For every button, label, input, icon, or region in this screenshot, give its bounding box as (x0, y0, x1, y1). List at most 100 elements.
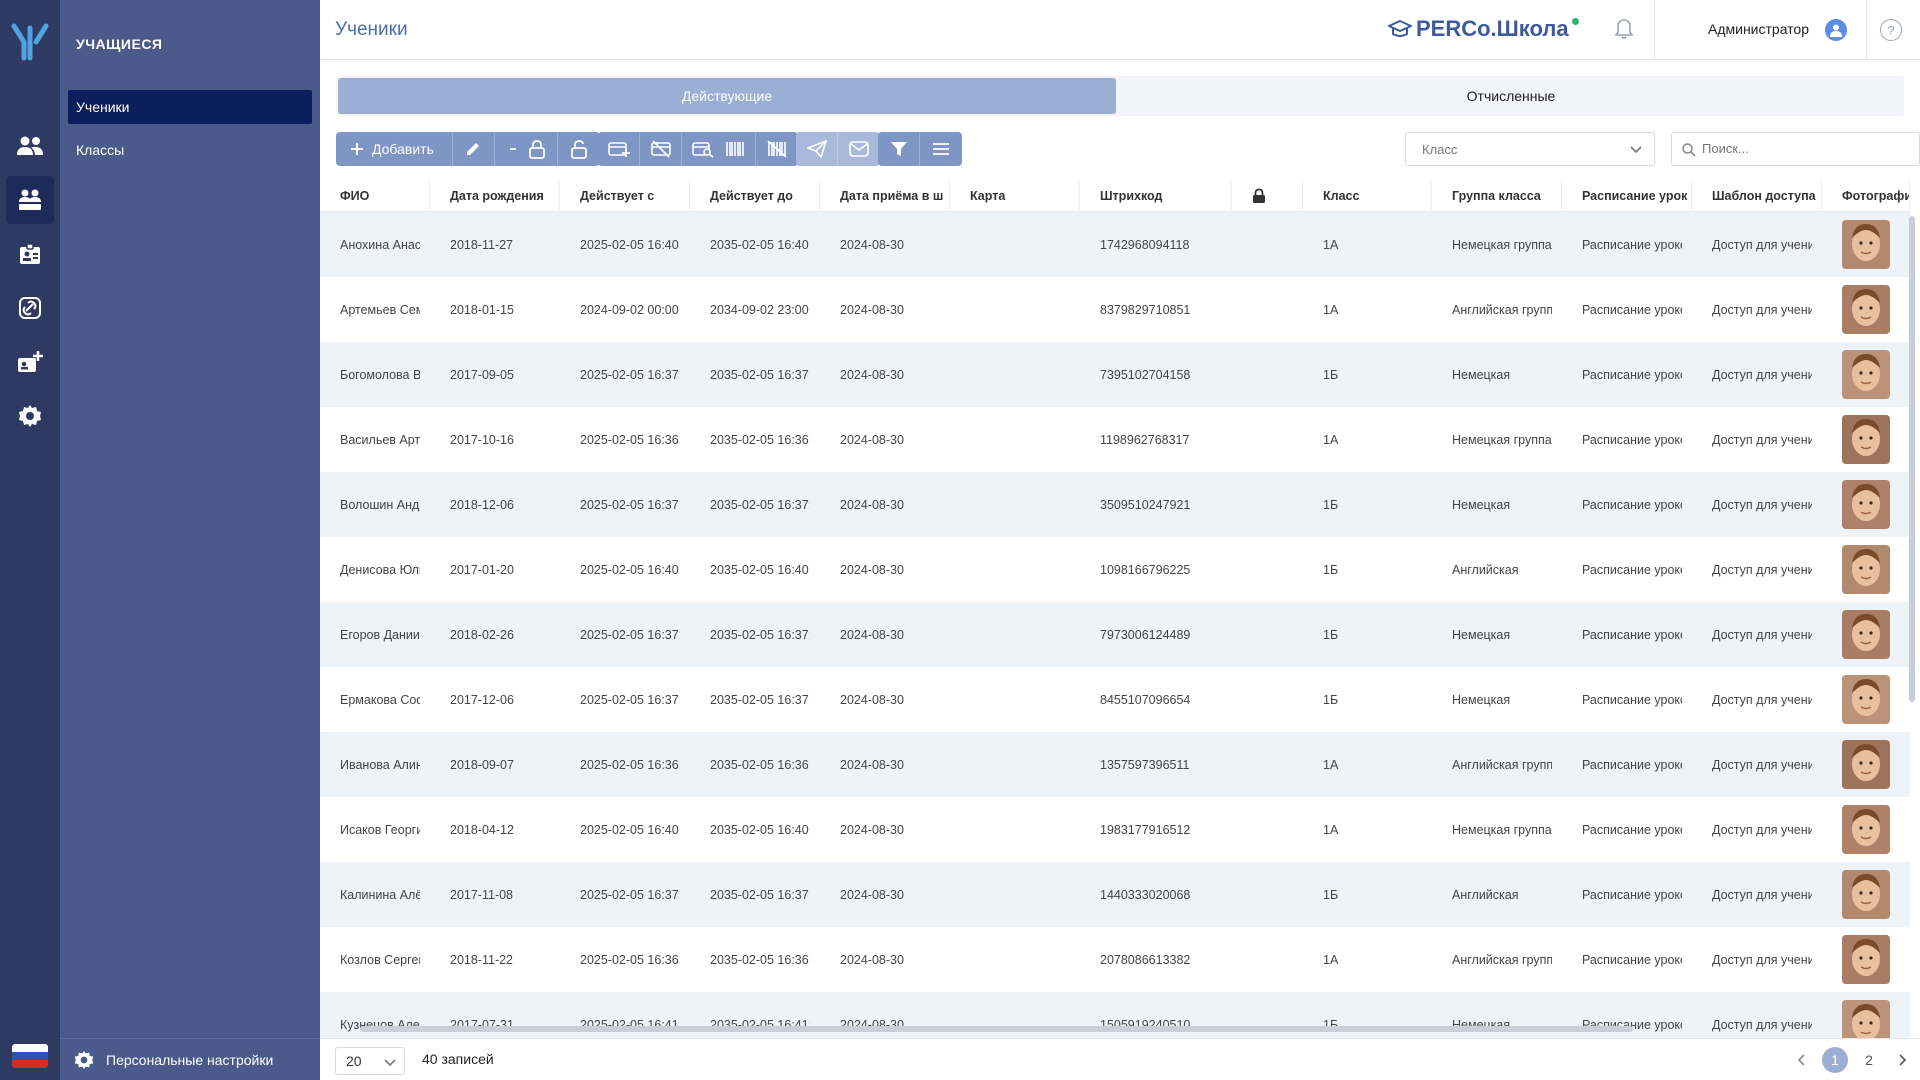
table-row[interactable]: Артемьев Семен Алексеевич 2018-01-15 2024-… (320, 277, 1910, 342)
table-cell: Расписание уроков (1582, 432, 1682, 447)
horizontal-scrollbar[interactable] (360, 1026, 1633, 1032)
bell-icon[interactable] (1614, 18, 1634, 43)
table-row[interactable]: Анохина Анастасия 2018-11-27 2025-02-05 16… (320, 212, 1910, 277)
sidebar-item-classes[interactable]: Классы (68, 133, 312, 167)
table-cell (950, 797, 1070, 862)
prev-page-icon[interactable] (1788, 1047, 1814, 1073)
tab-expelled-students[interactable]: Отчисленные (1120, 78, 1902, 114)
table-row[interactable]: Ермакова Софья Алексеевна 2017-12-06 2025-… (320, 667, 1910, 732)
edit-button[interactable] (453, 132, 495, 166)
table-cell: 7395102704158 (1100, 367, 1191, 382)
table-cell: Расписание уроков (1582, 952, 1682, 967)
lock-icon (528, 140, 545, 159)
table-row[interactable]: Денисова Юлия Михайловна 2017-01-20 2025-0… (320, 537, 1910, 602)
student-photo[interactable] (1842, 1000, 1890, 1038)
sidebar-item-students[interactable]: Ученики (68, 90, 312, 124)
add-button-label: Добавить (372, 141, 434, 157)
class-select[interactable]: Класс (1405, 132, 1655, 166)
unlock-button[interactable] (558, 132, 600, 166)
table-cell: Артемьев Семен Алексеевич (340, 302, 420, 317)
column-header[interactable]: Действует с (560, 180, 690, 212)
class-select-value: Класс (1422, 141, 1458, 157)
table-cell: Расписание уроков (1582, 627, 1682, 642)
next-page-icon[interactable] (1890, 1047, 1916, 1073)
table-row[interactable]: Козлов Сергей Дмитриевич 2018-11-22 2025-0… (320, 927, 1910, 992)
send-email-button[interactable] (838, 132, 880, 166)
nav-users-icon[interactable] (6, 122, 54, 170)
unlock-icon (571, 140, 587, 159)
student-photo[interactable] (1842, 805, 1890, 854)
column-header[interactable]: Класс (1303, 180, 1432, 212)
vertical-scrollbar[interactable] (1909, 216, 1915, 702)
nav-link-icon[interactable] (6, 284, 54, 332)
table-cell: 1Б (1323, 627, 1339, 642)
table-cell: 1440333020068 (1100, 887, 1191, 902)
personal-settings-button[interactable]: Персональные настройки (60, 1038, 320, 1080)
student-photo[interactable] (1842, 740, 1890, 789)
tab-active-students[interactable]: Действующие (338, 78, 1116, 114)
student-photo[interactable] (1842, 675, 1890, 724)
barcode-button[interactable] (714, 132, 756, 166)
send-telegram-button[interactable] (796, 132, 838, 166)
table-cell (1232, 277, 1293, 342)
column-header[interactable]: Карта (950, 180, 1080, 212)
columns-menu-button[interactable] (920, 132, 962, 166)
status-dot (1571, 17, 1579, 25)
column-header[interactable]: Шаблон доступа (1692, 180, 1822, 212)
student-photo[interactable] (1842, 285, 1890, 334)
table-cell: 2024-08-30 (840, 692, 904, 707)
search-input[interactable] (1702, 141, 1902, 156)
table-cell: Немецкая (1452, 497, 1511, 512)
table-row[interactable]: Иванова Алина Константиновна 2018-09-07 20… (320, 732, 1910, 797)
barcode-off-button[interactable] (756, 132, 798, 166)
table-row[interactable]: Васильев Артур Андреевич 2017-10-16 2025-0… (320, 407, 1910, 472)
avatar-icon[interactable] (1825, 19, 1847, 41)
table-cell (950, 472, 1070, 537)
student-photo[interactable] (1842, 415, 1890, 464)
nav-add-card-icon[interactable] (6, 338, 54, 386)
column-header[interactable]: Группа класса (1432, 180, 1562, 212)
table-cell (1232, 602, 1293, 667)
table-row[interactable]: Егоров Даниил Игоревич 2018-02-26 2025-02-… (320, 602, 1910, 667)
table-cell: 1198962768317 (1100, 432, 1190, 447)
nav-students-icon[interactable] (6, 176, 54, 224)
personal-settings-label: Персональные настройки (106, 1051, 274, 1068)
language-flag-icon[interactable] (12, 1044, 48, 1068)
user-name[interactable]: Администратор (1708, 21, 1809, 37)
column-header-lock[interactable] (1232, 180, 1303, 212)
table-row[interactable]: Волошин Андрей 2018-12-06 2025-02-05 16:37… (320, 472, 1910, 537)
student-photo[interactable] (1842, 350, 1890, 399)
table-row[interactable]: Калинина Алёна Сергеевна 2017-11-08 2025-0… (320, 862, 1910, 927)
student-photo[interactable] (1842, 610, 1890, 659)
table-row[interactable]: Исаков Георгий Ильич 2018-04-12 2025-02-05… (320, 797, 1910, 862)
student-photo[interactable] (1842, 935, 1890, 984)
table-cell: 2025-02-05 16:40:53 (580, 562, 680, 577)
table-cell: 2024-09-02 00:00:00 (580, 302, 680, 317)
add-button[interactable]: Добавить (336, 132, 453, 166)
student-photo[interactable] (1842, 480, 1890, 529)
page-size-select[interactable]: 20 (335, 1047, 405, 1075)
column-header[interactable]: ФИО (320, 180, 430, 212)
column-header[interactable]: Фотографи (1822, 180, 1910, 212)
column-header[interactable]: Расписание урок (1562, 180, 1692, 212)
nav-id-card-icon[interactable] (6, 230, 54, 278)
column-header[interactable]: Штрихкод (1080, 180, 1232, 212)
table-cell: 1Б (1323, 562, 1339, 577)
filter-button[interactable] (878, 132, 920, 166)
student-photo[interactable] (1842, 220, 1890, 269)
table-cell: Доступ для учеников (1712, 822, 1812, 837)
lock-button[interactable] (516, 132, 558, 166)
issue-card-button[interactable] (598, 132, 640, 166)
column-header[interactable]: Действует до (690, 180, 820, 212)
column-header[interactable]: Дата рождения (430, 180, 560, 212)
revoke-card-button[interactable] (640, 132, 682, 166)
student-photo[interactable] (1842, 545, 1890, 594)
page-2-button[interactable]: 2 (1856, 1047, 1882, 1073)
table-cell (1232, 862, 1293, 927)
table-row[interactable]: Богомолова Вероника 2017-09-05 2025-02-05 … (320, 342, 1910, 407)
nav-settings-icon[interactable] (6, 392, 54, 440)
page-1-button[interactable]: 1 (1822, 1047, 1848, 1073)
help-icon[interactable]: ? (1880, 19, 1902, 41)
student-photo[interactable] (1842, 870, 1890, 919)
column-header[interactable]: Дата приёма в ш (820, 180, 950, 212)
